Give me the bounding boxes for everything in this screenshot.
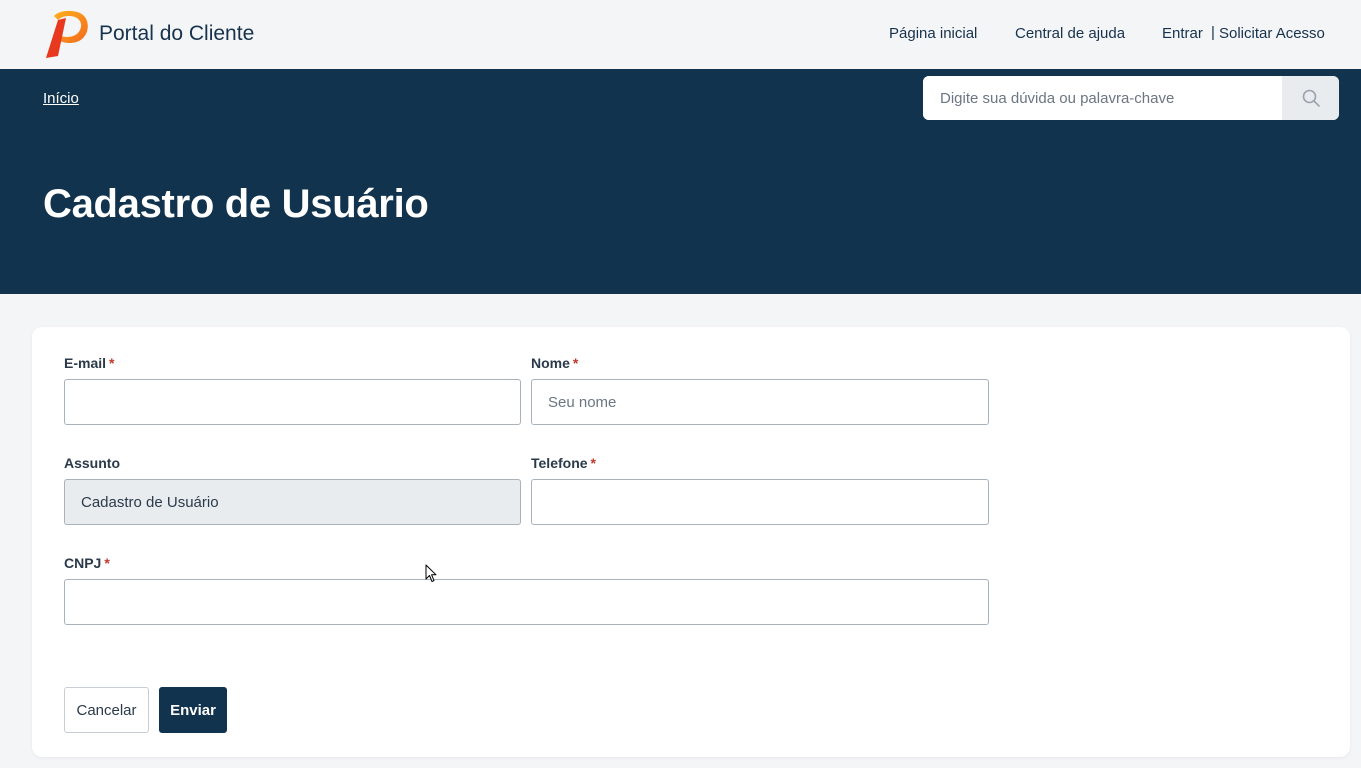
nome-field[interactable] (531, 379, 989, 425)
breadcrumb-home[interactable]: Início (43, 90, 79, 107)
nav-home-link[interactable]: Página inicial (889, 25, 977, 42)
search-box (923, 76, 1339, 120)
telefone-field[interactable] (531, 479, 989, 525)
submit-button[interactable]: Enviar (159, 687, 227, 733)
nav-help-center-link[interactable]: Central de ajuda (1015, 25, 1125, 42)
page-title: Cadastro de Usuário (43, 182, 429, 226)
required-mark: * (104, 555, 110, 571)
email-label: E-mail * (64, 355, 115, 371)
mouse-pointer-icon (425, 564, 437, 582)
telefone-label: Telefone * (531, 455, 596, 471)
registration-form-card: E-mail* Nome* Assunto Telefone* CNPJ* Ca… (32, 327, 1350, 757)
search-button[interactable] (1282, 76, 1339, 120)
assunto-field (64, 479, 521, 525)
assunto-label: Assunto (64, 455, 120, 471)
required-mark: * (109, 355, 115, 371)
portal-logo-icon[interactable] (44, 10, 90, 58)
cnpj-label: CNPJ * (64, 555, 110, 571)
cancel-button[interactable]: Cancelar (64, 687, 149, 733)
top-header: Portal do Cliente Página inicial Central… (0, 0, 1361, 69)
email-field[interactable] (64, 379, 521, 425)
nav-separator: | (1211, 24, 1215, 41)
nav-request-access-link[interactable]: Solicitar Acesso (1219, 25, 1325, 42)
hero-banner: Início Cadastro de Usuário (0, 69, 1361, 294)
nome-label: Nome * (531, 355, 579, 371)
brand-name[interactable]: Portal do Cliente (99, 22, 254, 46)
required-mark: * (590, 455, 596, 471)
cnpj-field[interactable] (64, 579, 989, 625)
nav-login-link[interactable]: Entrar (1162, 25, 1203, 42)
search-icon (1302, 89, 1320, 107)
required-mark: * (572, 355, 579, 371)
search-input[interactable] (923, 76, 1282, 120)
